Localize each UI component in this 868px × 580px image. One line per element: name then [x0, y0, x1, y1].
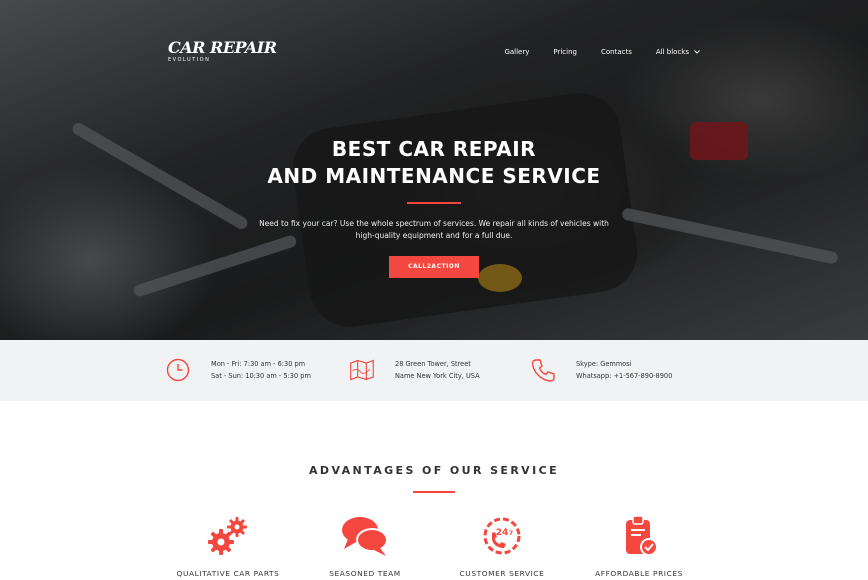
hours-weekend: Sat - Sun: 10:30 am - 5:30 pm	[211, 372, 311, 380]
feature-customer-service: 24 7 CUSTOMER SERVICE	[432, 514, 572, 578]
advantages-divider	[413, 491, 455, 493]
info-bar: Mon - Fri: 7:30 am - 6:30 pm Sat - Sun: …	[0, 340, 868, 401]
hero-title-line: AND MAINTENANCE SERVICE	[267, 164, 601, 188]
nav-item-label: All blocks	[655, 48, 689, 56]
feature-team: SEASONED TEAM	[295, 514, 435, 578]
hero-title-line: BEST CAR REPAIR	[331, 137, 537, 161]
advantages-title: ADVANTAGES OF OUR SERVICE	[309, 464, 559, 477]
address-line2: Name New York City, USA	[395, 372, 480, 380]
site-header: CAR REPAIR EVOLUTION Gallery Pricing Con…	[0, 36, 868, 76]
chevron-down-icon	[694, 49, 700, 56]
feature-label: AFFORDABLE PRICES	[595, 569, 683, 578]
info-text: Skype: Gemmosi Whatsapp: +1-567-890-8900	[576, 358, 672, 382]
hero-divider	[407, 202, 461, 204]
feature-label: CUSTOMER SERVICE	[459, 569, 545, 578]
svg-text:24: 24	[496, 528, 509, 538]
clipboard-check-icon	[626, 515, 658, 556]
map-icon	[350, 359, 374, 381]
logo[interactable]: CAR REPAIR EVOLUTION	[168, 38, 277, 64]
nav-item-all-blocks[interactable]: All blocks	[656, 48, 700, 56]
hero-title: BEST CAR REPAIR AND MAINTENANCE SERVICE	[0, 136, 868, 190]
info-address: 28 Green Tower, Street Name New York Cit…	[349, 357, 480, 383]
info-hours: Mon - Fri: 7:30 am - 6:30 pm Sat - Sun: …	[165, 357, 311, 383]
address-line1: 28 Green Tower, Street	[395, 360, 471, 368]
chat-bubbles-icon	[342, 517, 388, 556]
nav-item-gallery[interactable]: Gallery	[504, 48, 529, 56]
whatsapp-contact[interactable]: Whatsapp: +1-567-890-8900	[576, 370, 672, 382]
info-text: Mon - Fri: 7:30 am - 6:30 pm Sat - Sun: …	[211, 358, 311, 382]
support-24-7-icon: 24 7	[483, 517, 521, 555]
hero-content: BEST CAR REPAIR AND MAINTENANCE SERVICE …	[0, 136, 868, 278]
phone-icon	[531, 359, 555, 382]
nav-item-contacts[interactable]: Contacts	[601, 48, 632, 56]
hero-description: Need to fix your car? Use the whole spec…	[259, 219, 609, 240]
logo-tagline: EVOLUTION	[168, 57, 211, 63]
feature-label: QUALITATIVE CAR PARTS	[176, 569, 280, 578]
clock-icon	[166, 358, 190, 382]
feature-prices: AFFORDABLE PRICES	[569, 514, 709, 578]
info-contact: Skype: Gemmosi Whatsapp: +1-567-890-8900	[530, 357, 672, 383]
logo-name: CAR REPAIR	[168, 38, 277, 57]
main-nav: Gallery Pricing Contacts All blocks	[480, 48, 700, 56]
feature-label: SEASONED TEAM	[329, 569, 401, 578]
skype-contact[interactable]: Skype: Gemmosi	[576, 358, 672, 370]
svg-text:7: 7	[509, 530, 513, 537]
call-to-action-button[interactable]: CALL2ACTION	[389, 256, 479, 278]
info-text: 28 Green Tower, Street Name New York Cit…	[395, 358, 480, 382]
nav-item-pricing[interactable]: Pricing	[553, 48, 577, 56]
hours-weekdays: Mon - Fri: 7:30 am - 6:30 pm	[211, 360, 306, 368]
feature-car-parts: QUALITATIVE CAR PARTS	[158, 514, 298, 578]
gears-icon	[208, 517, 247, 555]
hero-section: CAR REPAIR EVOLUTION Gallery Pricing Con…	[0, 0, 868, 340]
